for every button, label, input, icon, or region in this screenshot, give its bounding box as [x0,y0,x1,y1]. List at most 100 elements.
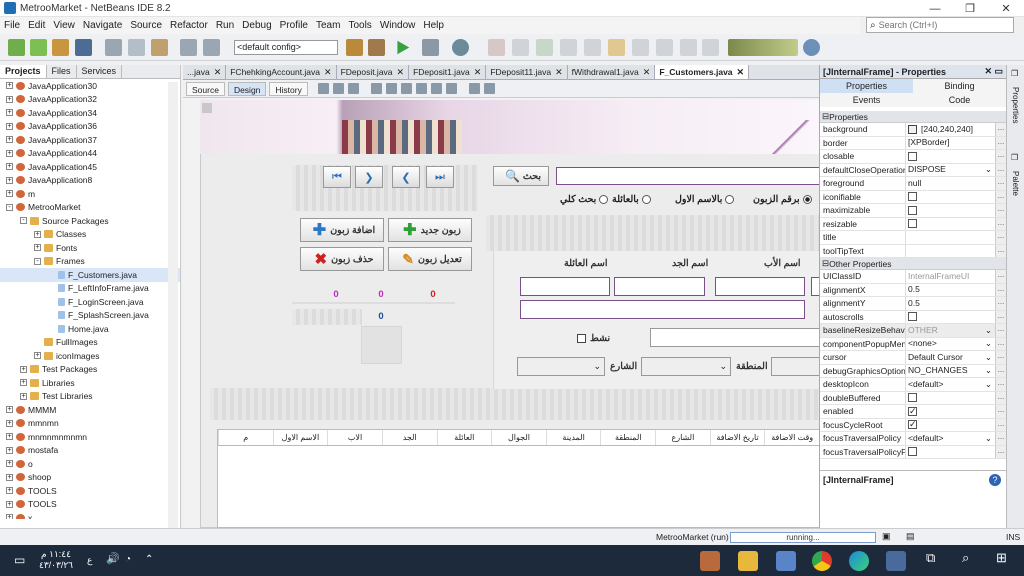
property-editor-button[interactable]: … [995,177,1006,190]
property-value[interactable]: [240,240,240] [906,123,995,136]
side-tab-palette[interactable]: Palette [1011,171,1020,196]
edit-customer-button[interactable]: تعديل زبون ✎ [388,247,472,271]
new-customer-button[interactable]: زبون جديد ✚ [388,218,472,242]
paste-icon[interactable] [151,39,168,56]
copy-icon[interactable] [128,39,145,56]
task-view-icon[interactable]: ⧉ [926,551,935,564]
collapse-icon[interactable]: - [6,203,13,211]
expand-icon[interactable]: + [6,190,13,198]
column-header[interactable]: المدينة [545,430,601,445]
expand-icon[interactable]: + [6,406,13,414]
chrome-icon[interactable] [812,551,832,571]
property-value[interactable] [906,218,995,231]
editor-tab[interactable]: F_Customers.java ✕ [655,65,750,79]
property-section[interactable]: ⊟ Other Properties [820,258,1006,270]
property-editor-button[interactable]: … [995,204,1006,217]
help-icon[interactable]: ? [989,474,1001,486]
radio-full-search[interactable]: بحث كلي [560,194,609,205]
expand-icon[interactable]: + [6,163,13,171]
property-editor-button[interactable]: … [995,405,1006,418]
palette-window-icon[interactable]: ❐ [1011,153,1018,162]
take-snapshot-icon[interactable] [680,39,697,56]
app-cube-icon[interactable] [776,551,796,571]
search-field[interactable] [556,167,820,185]
menu-team[interactable]: Team [312,20,344,31]
property-editor-button[interactable]: … [995,297,1006,310]
last-record-button[interactable]: ⏭ [426,166,454,188]
tree-node[interactable]: + MMMM [0,403,180,417]
radio-unchecked[interactable] [599,195,609,204]
network-icon[interactable]: ◔ [125,554,131,565]
menu-profile[interactable]: Profile [276,20,312,31]
property-row[interactable]: focusCycleRoot… [820,418,1006,432]
expand-icon[interactable]: + [6,433,13,441]
tab-events[interactable]: Events [820,93,913,107]
property-checkbox[interactable] [908,312,917,322]
tree-node[interactable]: F_LoginScreen.java [0,295,180,309]
tree-node[interactable]: + Fonts [0,241,180,255]
active-checkbox[interactable] [577,334,586,343]
radio-by-customer-number[interactable]: برقم الزبون [753,194,812,205]
tab-services[interactable]: Services [77,65,123,78]
tree-node[interactable]: + mnmnmnmnmn [0,430,180,444]
property-value[interactable]: InternalFrameUI [906,270,995,283]
align-bottom-icon[interactable] [430,83,442,94]
menu-window[interactable]: Window [376,20,420,31]
tree-node[interactable]: + Test Packages [0,363,180,377]
property-checkbox[interactable] [908,205,917,215]
tab-code[interactable]: Code [913,93,1006,107]
property-row[interactable]: iconifiable… [820,190,1006,204]
selection-mode-icon[interactable] [317,83,329,94]
radio-unchecked[interactable] [725,195,735,204]
step-into-icon[interactable] [584,39,601,56]
apply-changes-icon[interactable] [656,39,673,56]
property-value[interactable] [906,231,995,244]
property-row[interactable]: focusTraversalPolicyPr… [820,445,1006,459]
cancel-task-icon[interactable]: ▣ [882,531,891,542]
menu-run[interactable]: Run [212,20,238,31]
property-editor-button[interactable]: … [995,418,1006,431]
customers-table-body[interactable] [217,446,820,528]
property-row[interactable]: foreground null… [820,177,1006,191]
tree-node[interactable]: + Test Libraries [0,390,180,404]
grandfather-name-field[interactable] [614,277,705,296]
tree-node[interactable]: + shoop [0,471,180,485]
property-value[interactable]: NO_CHANGES ⌄ [906,365,995,378]
region-combo[interactable]: ⌄ [641,357,731,376]
editor-tab[interactable]: FDeposit11.java ✕ [486,65,568,79]
expand-icon[interactable]: + [20,365,27,373]
expand-icon[interactable]: + [6,136,13,144]
tree-node[interactable]: + JavaApplication44 [0,147,180,161]
notes-field[interactable] [650,328,820,347]
editor-tab[interactable]: FDeposit.java ✕ [337,65,410,79]
property-row[interactable]: autoscrolls… [820,310,1006,324]
property-row[interactable]: enabled… [820,405,1006,419]
radio-by-family[interactable]: بالعائلة [612,194,651,205]
center-vertically-icon[interactable] [445,83,457,94]
property-row[interactable]: background [240,240,240]… [820,123,1006,137]
next-record-button[interactable]: ❯ [355,166,383,188]
collapse-icon[interactable]: ⊟ [822,111,829,122]
close-tab-icon[interactable]: ✕ [643,67,651,78]
expand-icon[interactable]: + [20,392,27,400]
property-editor-button[interactable]: … [995,310,1006,323]
clean-build-icon[interactable] [368,39,385,56]
change-vertical-resizability-icon[interactable] [483,83,495,94]
property-value[interactable] [906,392,995,405]
close-icon[interactable]: ✕ [984,66,992,77]
expand-icon[interactable]: + [6,487,13,495]
chevron-down-icon[interactable]: ⌄ [985,378,992,391]
tree-node[interactable]: - Frames [0,255,180,269]
street-combo[interactable]: ⌄ [517,357,605,376]
chevron-down-icon[interactable]: ⌄ [985,324,992,337]
expand-icon[interactable]: + [6,460,13,468]
property-section[interactable]: ⊟ Properties [820,111,1006,123]
new-project-icon[interactable] [30,39,47,56]
column-header[interactable]: الجد [381,430,437,445]
column-header[interactable]: تاريخ الاضافة [709,430,765,445]
menu-navigate[interactable]: Navigate [79,20,126,31]
tree-node[interactable]: + JavaApplication8 [0,174,180,188]
property-editor-button[interactable]: … [995,445,1006,458]
tree-node[interactable]: F_Customers.java [0,268,180,282]
tree-node[interactable]: + TOOLS [0,498,180,512]
